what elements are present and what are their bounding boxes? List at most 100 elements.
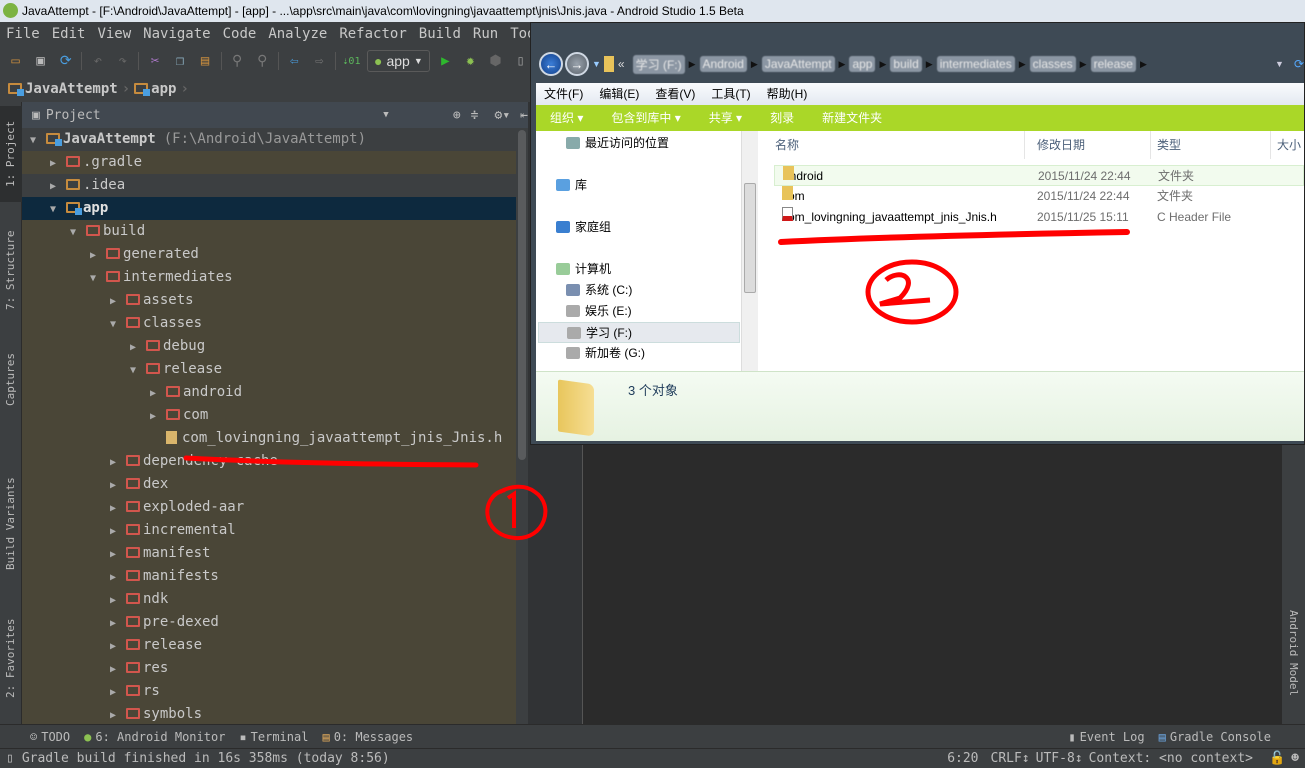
path-segment[interactable]: JavaAttempt — [761, 56, 835, 72]
tree-item[interactable]: ▼ JavaAttempt (F:\Android\JavaAttempt) — [22, 128, 516, 151]
tree-item[interactable]: ▶ incremental — [22, 519, 516, 542]
collapsed-arrow-icon[interactable]: ▶ — [110, 520, 126, 543]
nav-item[interactable]: 学习 (F:) — [538, 322, 740, 343]
chevron-right-icon[interactable]: ▶ — [1019, 59, 1026, 70]
refresh-icon[interactable]: ⟳ — [1294, 57, 1304, 71]
run-configuration-select[interactable]: ● app ▼ — [366, 50, 430, 72]
path-segment[interactable]: app — [849, 56, 876, 72]
tab-structure[interactable]: 7: Structure — [0, 214, 22, 326]
explorer-command-button[interactable]: 组织 ▾ — [536, 105, 597, 131]
forward-button[interactable]: → — [565, 52, 589, 76]
tree-item[interactable]: ▶ pre-dexed — [22, 611, 516, 634]
collapsed-arrow-icon[interactable]: ▶ — [110, 681, 126, 704]
nav-item[interactable]: 娱乐 (E:) — [566, 301, 632, 322]
copy-icon[interactable]: ❐ — [170, 51, 189, 71]
expanded-arrow-icon[interactable]: ▼ — [90, 267, 106, 290]
breadcrumb-item[interactable]: app — [134, 81, 176, 97]
tree-item[interactable]: ▶ dependency-cache — [22, 450, 516, 473]
expanded-arrow-icon[interactable]: ▼ — [70, 221, 86, 244]
collapsed-arrow-icon[interactable]: ▶ — [110, 543, 126, 566]
tab-android-model[interactable]: Android Model — [1282, 598, 1304, 708]
column-type[interactable]: 类型 — [1151, 131, 1271, 159]
tree-item[interactable]: ▶ manifests — [22, 565, 516, 588]
menu-refactor[interactable]: Refactor — [333, 22, 412, 46]
expanded-arrow-icon[interactable]: ▼ — [50, 198, 66, 221]
file-encoding[interactable]: UTF-8↕ — [1036, 749, 1083, 767]
explorer-menu-item[interactable]: 查看(V) — [647, 83, 703, 105]
collapsed-arrow-icon[interactable]: ▶ — [90, 244, 106, 267]
menu-file[interactable]: File — [0, 22, 46, 46]
save-icon[interactable]: ▣ — [31, 51, 50, 71]
collapsed-arrow-icon[interactable]: ▶ — [110, 658, 126, 681]
breadcrumb-item[interactable]: JavaAttempt — [8, 81, 118, 97]
tree-item[interactable]: ▼ classes — [22, 312, 516, 335]
cut-icon[interactable]: ✂ — [145, 51, 164, 71]
tab-captures[interactable]: Captures — [0, 340, 22, 420]
tree-item[interactable]: ▼ release — [22, 358, 516, 381]
chevron-right-icon[interactable]: ▶ — [879, 59, 886, 70]
menu-navigate[interactable]: Navigate — [137, 22, 216, 46]
tree-item[interactable]: ▼ intermediates — [22, 266, 516, 289]
tab-gradle-console[interactable]: ▤ Gradle Console — [1159, 730, 1271, 744]
tree-item[interactable]: ▶ rs — [22, 680, 516, 703]
tab-terminal[interactable]: ▪ Terminal — [239, 730, 308, 744]
collapsed-arrow-icon[interactable]: ▶ — [110, 451, 126, 474]
line-separator[interactable]: CRLF↕ — [991, 749, 1030, 767]
tree-item[interactable]: ▶ assets — [22, 289, 516, 312]
tree-item[interactable]: ▶ symbols — [22, 703, 516, 724]
sync-icon[interactable]: ⟳ — [56, 51, 75, 71]
collapsed-arrow-icon[interactable]: ▶ — [50, 152, 66, 175]
chevron-right-icon[interactable]: ▶ — [839, 59, 846, 70]
file-row[interactable]: com_lovingning_javaattempt_jnis_Jnis.h 20… — [774, 207, 1304, 228]
tab-android-monitor[interactable]: ● 6: Android Monitor — [84, 730, 225, 744]
avd-manager-icon[interactable]: ▯ — [511, 51, 530, 71]
tab-messages[interactable]: ▤ 0: Messages — [322, 730, 413, 744]
collapsed-arrow-icon[interactable]: ▶ — [110, 290, 126, 313]
nav-item[interactable]: 计算机 — [556, 259, 611, 280]
context-indicator[interactable]: Context: <no context> — [1089, 749, 1253, 767]
file-row[interactable]: android 2015/11/24 22:44 文件夹 — [774, 165, 1304, 186]
tree-item[interactable]: ▶ android — [22, 381, 516, 404]
collapsed-arrow-icon[interactable]: ▶ — [50, 175, 66, 198]
caret-position[interactable]: 6:20 — [947, 749, 978, 767]
tree-scrollbar[interactable] — [516, 128, 528, 724]
tree-item[interactable]: ▶ com — [22, 404, 516, 427]
tree-item[interactable]: ▼ build — [22, 220, 516, 243]
collapsed-arrow-icon[interactable]: ▶ — [150, 405, 166, 428]
run-icon[interactable]: ▶ — [436, 51, 455, 71]
collapse-all-icon[interactable]: ≑ — [471, 108, 479, 123]
back-button[interactable]: ← — [539, 52, 563, 76]
file-row[interactable]: com 2015/11/24 22:44 文件夹 — [774, 186, 1304, 207]
collapsed-arrow-icon[interactable]: ▶ — [110, 635, 126, 658]
open-folder-icon[interactable]: ▭ — [6, 51, 25, 71]
project-view-select[interactable]: Project — [46, 108, 383, 123]
column-size[interactable]: 大小 — [1271, 131, 1305, 159]
toggle-tool-windows-icon[interactable]: ▯ — [6, 749, 14, 767]
redo-icon[interactable]: ↷ — [113, 51, 132, 71]
explorer-menu-item[interactable]: 文件(F) — [536, 83, 591, 105]
menu-view[interactable]: View — [91, 22, 137, 46]
chevron-right-icon[interactable]: ▶ — [751, 59, 758, 70]
column-name[interactable]: 名称 — [769, 131, 1025, 159]
column-date[interactable]: 修改日期 — [1031, 131, 1151, 159]
collapsed-arrow-icon[interactable]: ▶ — [110, 589, 126, 612]
explorer-menu-item[interactable]: 帮助(H) — [759, 83, 816, 105]
forward-icon[interactable]: ⇨ — [310, 51, 329, 71]
explorer-command-button[interactable]: 新建文件夹 — [808, 105, 896, 131]
explorer-command-button[interactable]: 共享 ▾ — [695, 105, 756, 131]
debug-icon[interactable]: ✹ — [461, 51, 480, 71]
tree-item[interactable]: com_lovingning_javaattempt_jnis_Jnis.h — [22, 427, 516, 450]
tree-item[interactable]: ▼ app — [22, 197, 516, 220]
tab-todo[interactable]: ☺ TODO — [30, 730, 70, 744]
hide-panel-icon[interactable]: ⇤ — [520, 108, 528, 123]
back-icon[interactable]: ⇦ — [285, 51, 304, 71]
expanded-arrow-icon[interactable]: ▼ — [130, 359, 146, 382]
tree-item[interactable]: ▶ exploded-aar — [22, 496, 516, 519]
expanded-arrow-icon[interactable]: ▼ — [110, 313, 126, 336]
scrollbar-thumb[interactable] — [518, 130, 526, 460]
menu-build[interactable]: Build — [413, 22, 467, 46]
menu-code[interactable]: Code — [217, 22, 263, 46]
expanded-arrow-icon[interactable]: ▼ — [30, 129, 46, 152]
collapsed-arrow-icon[interactable]: ▶ — [110, 474, 126, 497]
chevron-down-icon[interactable]: ▼ — [383, 110, 443, 120]
